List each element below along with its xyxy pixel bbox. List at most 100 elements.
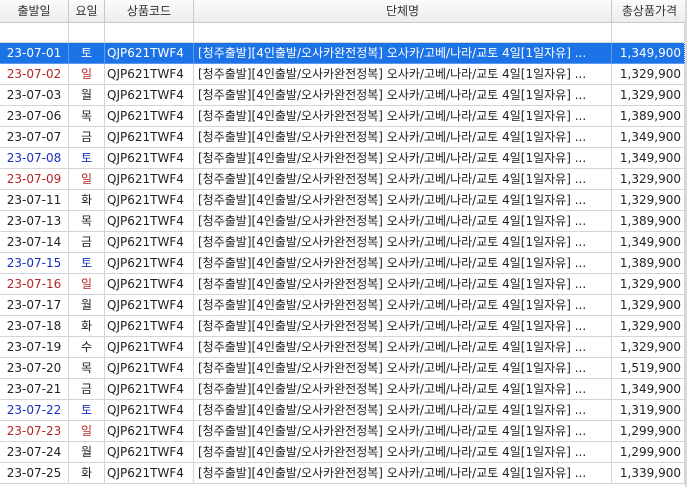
table-row[interactable]: 23-07-02 일 QJP621TWF4 [청주출발][4인출발/오사카완전정복] … xyxy=(0,64,687,85)
column-header-price[interactable]: 총상품가격 xyxy=(612,0,687,23)
cell-price: 1,349,900 xyxy=(612,232,685,253)
cell-date: 23-07-03 xyxy=(0,85,69,106)
cell-price: 1,299,900 xyxy=(612,421,685,442)
table-row[interactable]: 23-07-03 월 QJP621TWF4 [청주출발][4인출발/오사카완전정복] … xyxy=(0,85,687,106)
cell-name: [청주출발][4인출발/오사카완전정복] 오사카/고베/나라/교토 4일[1일자… xyxy=(194,463,612,484)
cell-day: 일 xyxy=(69,274,105,295)
filter-cell[interactable] xyxy=(194,23,612,43)
cell-code: QJP621TWF4 xyxy=(105,295,194,316)
cell-date: 23-07-20 xyxy=(0,358,69,379)
cell-price: 1,389,900 xyxy=(612,253,685,274)
cell-price: 1,519,900 xyxy=(612,358,685,379)
cell-price: 1,349,900 xyxy=(612,379,685,400)
column-header-name[interactable]: 단체명 xyxy=(194,0,612,23)
cell-code: QJP621TWF4 xyxy=(105,253,194,274)
cell-price: 1,329,900 xyxy=(612,316,685,337)
cell-day: 일 xyxy=(69,64,105,85)
table-row[interactable]: 23-07-07 금 QJP621TWF4 [청주출발][4인출발/오사카완전정복] … xyxy=(0,127,687,148)
table-row[interactable]: 23-07-19 수 QJP621TWF4 [청주출발][4인출발/오사카완전정복] … xyxy=(0,337,687,358)
cell-day: 화 xyxy=(69,190,105,211)
cell-name: [청주출발][4인출발/오사카완전정복] 오사카/고베/나라/교토 4일[1일자… xyxy=(194,211,612,232)
cell-price: 1,329,900 xyxy=(612,85,685,106)
cell-day: 화 xyxy=(69,463,105,484)
cell-code: QJP621TWF4 xyxy=(105,232,194,253)
table-row[interactable]: 23-07-11 화 QJP621TWF4 [청주출발][4인출발/오사카완전정복] … xyxy=(0,190,687,211)
cell-code: QJP621TWF4 xyxy=(105,358,194,379)
cell-name: [청주출발][4인출발/오사카완전정복] 오사카/고베/나라/교토 4일[1일자… xyxy=(194,190,612,211)
cell-day: 월 xyxy=(69,442,105,463)
filter-cell[interactable] xyxy=(0,23,69,43)
cell-day: 수 xyxy=(69,337,105,358)
cell-code: QJP621TWF4 xyxy=(105,337,194,358)
table-row[interactable]: 23-07-13 목 QJP621TWF4 [청주출발][4인출발/오사카완전정복] … xyxy=(0,211,687,232)
cell-date: 23-07-08 xyxy=(0,148,69,169)
cell-price: 1,329,900 xyxy=(612,64,685,85)
cell-price: 1,299,900 xyxy=(612,442,685,463)
table-row[interactable]: 23-07-16 일 QJP621TWF4 [청주출발][4인출발/오사카완전정복] … xyxy=(0,274,687,295)
cell-date: 23-07-14 xyxy=(0,232,69,253)
filter-cell[interactable] xyxy=(105,23,194,43)
grid-header: 출발일 요일 상품코드 단체명 총상품가격 xyxy=(0,0,687,23)
table-row[interactable]: 23-07-23 일 QJP621TWF4 [청주출발][4인출발/오사카완전정복] … xyxy=(0,421,687,442)
cell-name: [청주출발][4인출발/오사카완전정복] 오사카/고베/나라/교토 4일[1일자… xyxy=(194,106,612,127)
cell-name: [청주출발][4인출발/오사카완전정복] 오사카/고베/나라/교토 4일[1일자… xyxy=(194,316,612,337)
table-row[interactable]: 23-07-20 목 QJP621TWF4 [청주출발][4인출발/오사카완전정복] … xyxy=(0,358,687,379)
cell-code: QJP621TWF4 xyxy=(105,64,194,85)
cell-day: 일 xyxy=(69,421,105,442)
cell-date: 23-07-13 xyxy=(0,211,69,232)
cell-code: QJP621TWF4 xyxy=(105,379,194,400)
cell-name: [청주출발][4인출발/오사카완전정복] 오사카/고베/나라/교토 4일[1일자… xyxy=(194,253,612,274)
table-row[interactable]: 23-07-17 월 QJP621TWF4 [청주출발][4인출발/오사카완전정복] … xyxy=(0,295,687,316)
cell-code: QJP621TWF4 xyxy=(105,43,194,64)
cell-code: QJP621TWF4 xyxy=(105,211,194,232)
cell-price: 1,349,900 xyxy=(612,43,685,64)
table-row[interactable]: 23-07-14 금 QJP621TWF4 [청주출발][4인출발/오사카완전정복] … xyxy=(0,232,687,253)
cell-code: QJP621TWF4 xyxy=(105,148,194,169)
cell-code: QJP621TWF4 xyxy=(105,169,194,190)
table-row[interactable]: 23-07-21 금 QJP621TWF4 [청주출발][4인출발/오사카완전정복] … xyxy=(0,379,687,400)
table-row[interactable]: 23-07-18 화 QJP621TWF4 [청주출발][4인출발/오사카완전정복] … xyxy=(0,316,687,337)
filter-cell[interactable] xyxy=(69,23,105,43)
filter-cell[interactable] xyxy=(612,23,685,43)
cell-day: 토 xyxy=(69,400,105,421)
filter-row[interactable] xyxy=(0,23,687,43)
cell-day: 월 xyxy=(69,295,105,316)
column-header-day[interactable]: 요일 xyxy=(69,0,105,23)
cell-date: 23-07-17 xyxy=(0,295,69,316)
cell-date: 23-07-16 xyxy=(0,274,69,295)
cell-day: 금 xyxy=(69,232,105,253)
cell-code: QJP621TWF4 xyxy=(105,106,194,127)
cell-code: QJP621TWF4 xyxy=(105,421,194,442)
cell-price: 1,329,900 xyxy=(612,295,685,316)
cell-code: QJP621TWF4 xyxy=(105,127,194,148)
cell-name: [청주출발][4인출발/오사카완전정복] 오사카/고베/나라/교토 4일[1일자… xyxy=(194,421,612,442)
cell-name: [청주출발][4인출발/오사카완전정복] 오사카/고베/나라/교토 4일[1일자… xyxy=(194,64,612,85)
column-header-date[interactable]: 출발일 xyxy=(0,0,69,23)
cell-date: 23-07-18 xyxy=(0,316,69,337)
cell-name: [청주출발][4인출발/오사카완전정복] 오사카/고베/나라/교토 4일[1일자… xyxy=(194,295,612,316)
table-row[interactable]: 23-07-01 토 QJP621TWF4 [청주출발][4인출발/오사카완전정복] … xyxy=(0,43,687,64)
cell-name: [청주출발][4인출발/오사카완전정복] 오사카/고베/나라/교토 4일[1일자… xyxy=(194,43,612,64)
cell-name: [청주출발][4인출발/오사카완전정복] 오사카/고베/나라/교토 4일[1일자… xyxy=(194,358,612,379)
table-row[interactable]: 23-07-15 토 QJP621TWF4 [청주출발][4인출발/오사카완전정복] … xyxy=(0,253,687,274)
cell-price: 1,329,900 xyxy=(612,190,685,211)
cell-code: QJP621TWF4 xyxy=(105,400,194,421)
cell-price: 1,349,900 xyxy=(612,148,685,169)
cell-code: QJP621TWF4 xyxy=(105,463,194,484)
cell-day: 토 xyxy=(69,148,105,169)
cell-day: 목 xyxy=(69,358,105,379)
cell-name: [청주출발][4인출발/오사카완전정복] 오사카/고베/나라/교토 4일[1일자… xyxy=(194,232,612,253)
cell-date: 23-07-09 xyxy=(0,169,69,190)
cell-price: 1,329,900 xyxy=(612,337,685,358)
cell-name: [청주출발][4인출발/오사카완전정복] 오사카/고베/나라/교토 4일[1일자… xyxy=(194,85,612,106)
cell-day: 월 xyxy=(69,85,105,106)
column-header-code[interactable]: 상품코드 xyxy=(105,0,194,23)
table-row[interactable]: 23-07-22 토 QJP621TWF4 [청주출발][4인출발/오사카완전정복] … xyxy=(0,400,687,421)
table-row[interactable]: 23-07-06 목 QJP621TWF4 [청주출발][4인출발/오사카완전정복] … xyxy=(0,106,687,127)
table-row[interactable]: 23-07-08 토 QJP621TWF4 [청주출발][4인출발/오사카완전정복] … xyxy=(0,148,687,169)
cell-price: 1,389,900 xyxy=(612,211,685,232)
cell-price: 1,329,900 xyxy=(612,169,685,190)
table-row[interactable]: 23-07-09 일 QJP621TWF4 [청주출발][4인출발/오사카완전정복] … xyxy=(0,169,687,190)
table-row[interactable]: 23-07-25 화 QJP621TWF4 [청주출발][4인출발/오사카완전정복] … xyxy=(0,463,687,484)
table-row[interactable]: 23-07-24 월 QJP621TWF4 [청주출발][4인출발/오사카완전정복] … xyxy=(0,442,687,463)
